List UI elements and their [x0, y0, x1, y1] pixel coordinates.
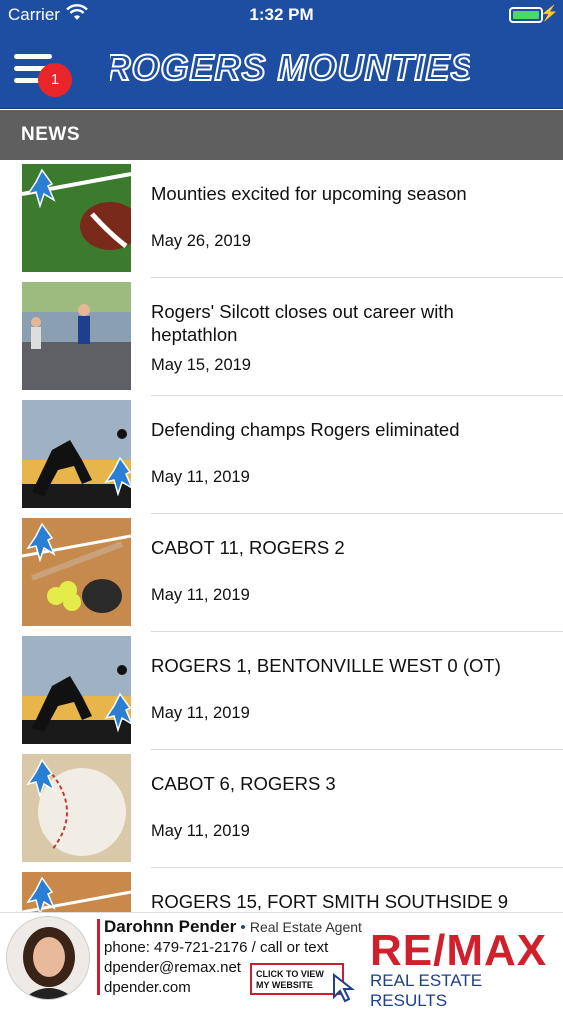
cursor-arrow-icon: [333, 973, 355, 1003]
news-thumbnail: [22, 872, 131, 912]
remax-logo: RE/MAX REAL ESTATE RESULTS: [370, 926, 556, 1011]
bullet-icon: •: [240, 919, 246, 936]
notification-badge: 1: [38, 63, 72, 97]
logo-main-text: RE/MAX: [370, 926, 548, 975]
news-item[interactable]: Mounties excited for upcoming season May …: [0, 160, 563, 278]
news-title: ROGERS 15, FORT SMITH SOUTHSIDE 9: [151, 891, 509, 912]
news-item[interactable]: ROGERS 15, FORT SMITH SOUTHSIDE 9: [0, 868, 563, 912]
status-bar: Carrier 1:32 PM ⚡: [0, 0, 563, 30]
news-list[interactable]: Mounties excited for upcoming season May …: [0, 160, 563, 912]
hamburger-icon: [14, 54, 52, 59]
ad-divider: [97, 919, 100, 995]
charging-icon: ⚡: [540, 5, 559, 22]
clock: 1:32 PM: [249, 5, 314, 24]
news-date: May 26, 2019: [151, 232, 251, 250]
news-date: May 11, 2019: [151, 822, 250, 840]
section-header: NEWS: [0, 110, 563, 160]
news-title: CABOT 6, ROGERS 3: [151, 773, 336, 794]
news-thumbnail: [22, 754, 131, 862]
agent-photo: [6, 916, 90, 1000]
news-title: CABOT 11, ROGERS 2: [151, 537, 345, 558]
battery-icon: [509, 7, 543, 23]
svg-text:ROGERS MOUNTIES: ROGERS MOUNTIES: [110, 47, 470, 88]
cta-line-2: MY WEBSITE: [256, 980, 313, 990]
news-thumbnail: [22, 636, 131, 744]
news-thumbnail: [22, 282, 131, 390]
news-item[interactable]: CABOT 6, ROGERS 3 May 11, 2019: [0, 750, 563, 868]
news-item[interactable]: Defending champs Rogers eliminated May 11…: [0, 396, 563, 514]
cta-line-1: CLICK TO VIEW: [256, 969, 324, 979]
news-date: May 11, 2019: [151, 704, 250, 722]
news-item[interactable]: ROGERS 1, BENTONVILLE WEST 0 (OT) May 11,…: [0, 632, 563, 750]
ad-banner[interactable]: Darohnn Pender • Real Estate Agent phone…: [0, 912, 563, 1011]
news-title: ROGERS 1, BENTONVILLE WEST 0 (OT): [151, 655, 501, 676]
news-title: Rogers' Silcott closes out career with h…: [151, 301, 454, 345]
agent-name: Darohnn Pender: [104, 917, 237, 936]
agent-phone: phone: 479-721-2176 / call or text: [104, 939, 329, 956]
news-title: Defending champs Rogers eliminated: [151, 419, 460, 440]
news-date: May 15, 2019: [151, 356, 251, 374]
news-date: May 11, 2019: [151, 468, 250, 486]
app-header: 1 ROGERS MOUNTIES: [0, 30, 563, 109]
news-thumbnail: [22, 518, 131, 626]
news-item[interactable]: CABOT 11, ROGERS 2 May 11, 2019: [0, 514, 563, 632]
news-thumbnail: [22, 400, 131, 508]
logo-sub-text: REAL ESTATE RESULTS: [370, 971, 483, 1010]
news-date: May 11, 2019: [151, 586, 250, 604]
news-item[interactable]: Rogers' Silcott closes out career with h…: [0, 278, 563, 396]
agent-role: Real Estate Agent: [249, 919, 362, 935]
app-title-logo: ROGERS MOUNTIES: [110, 46, 470, 89]
news-thumbnail: [22, 164, 131, 272]
news-title: Mounties excited for upcoming season: [151, 183, 467, 204]
